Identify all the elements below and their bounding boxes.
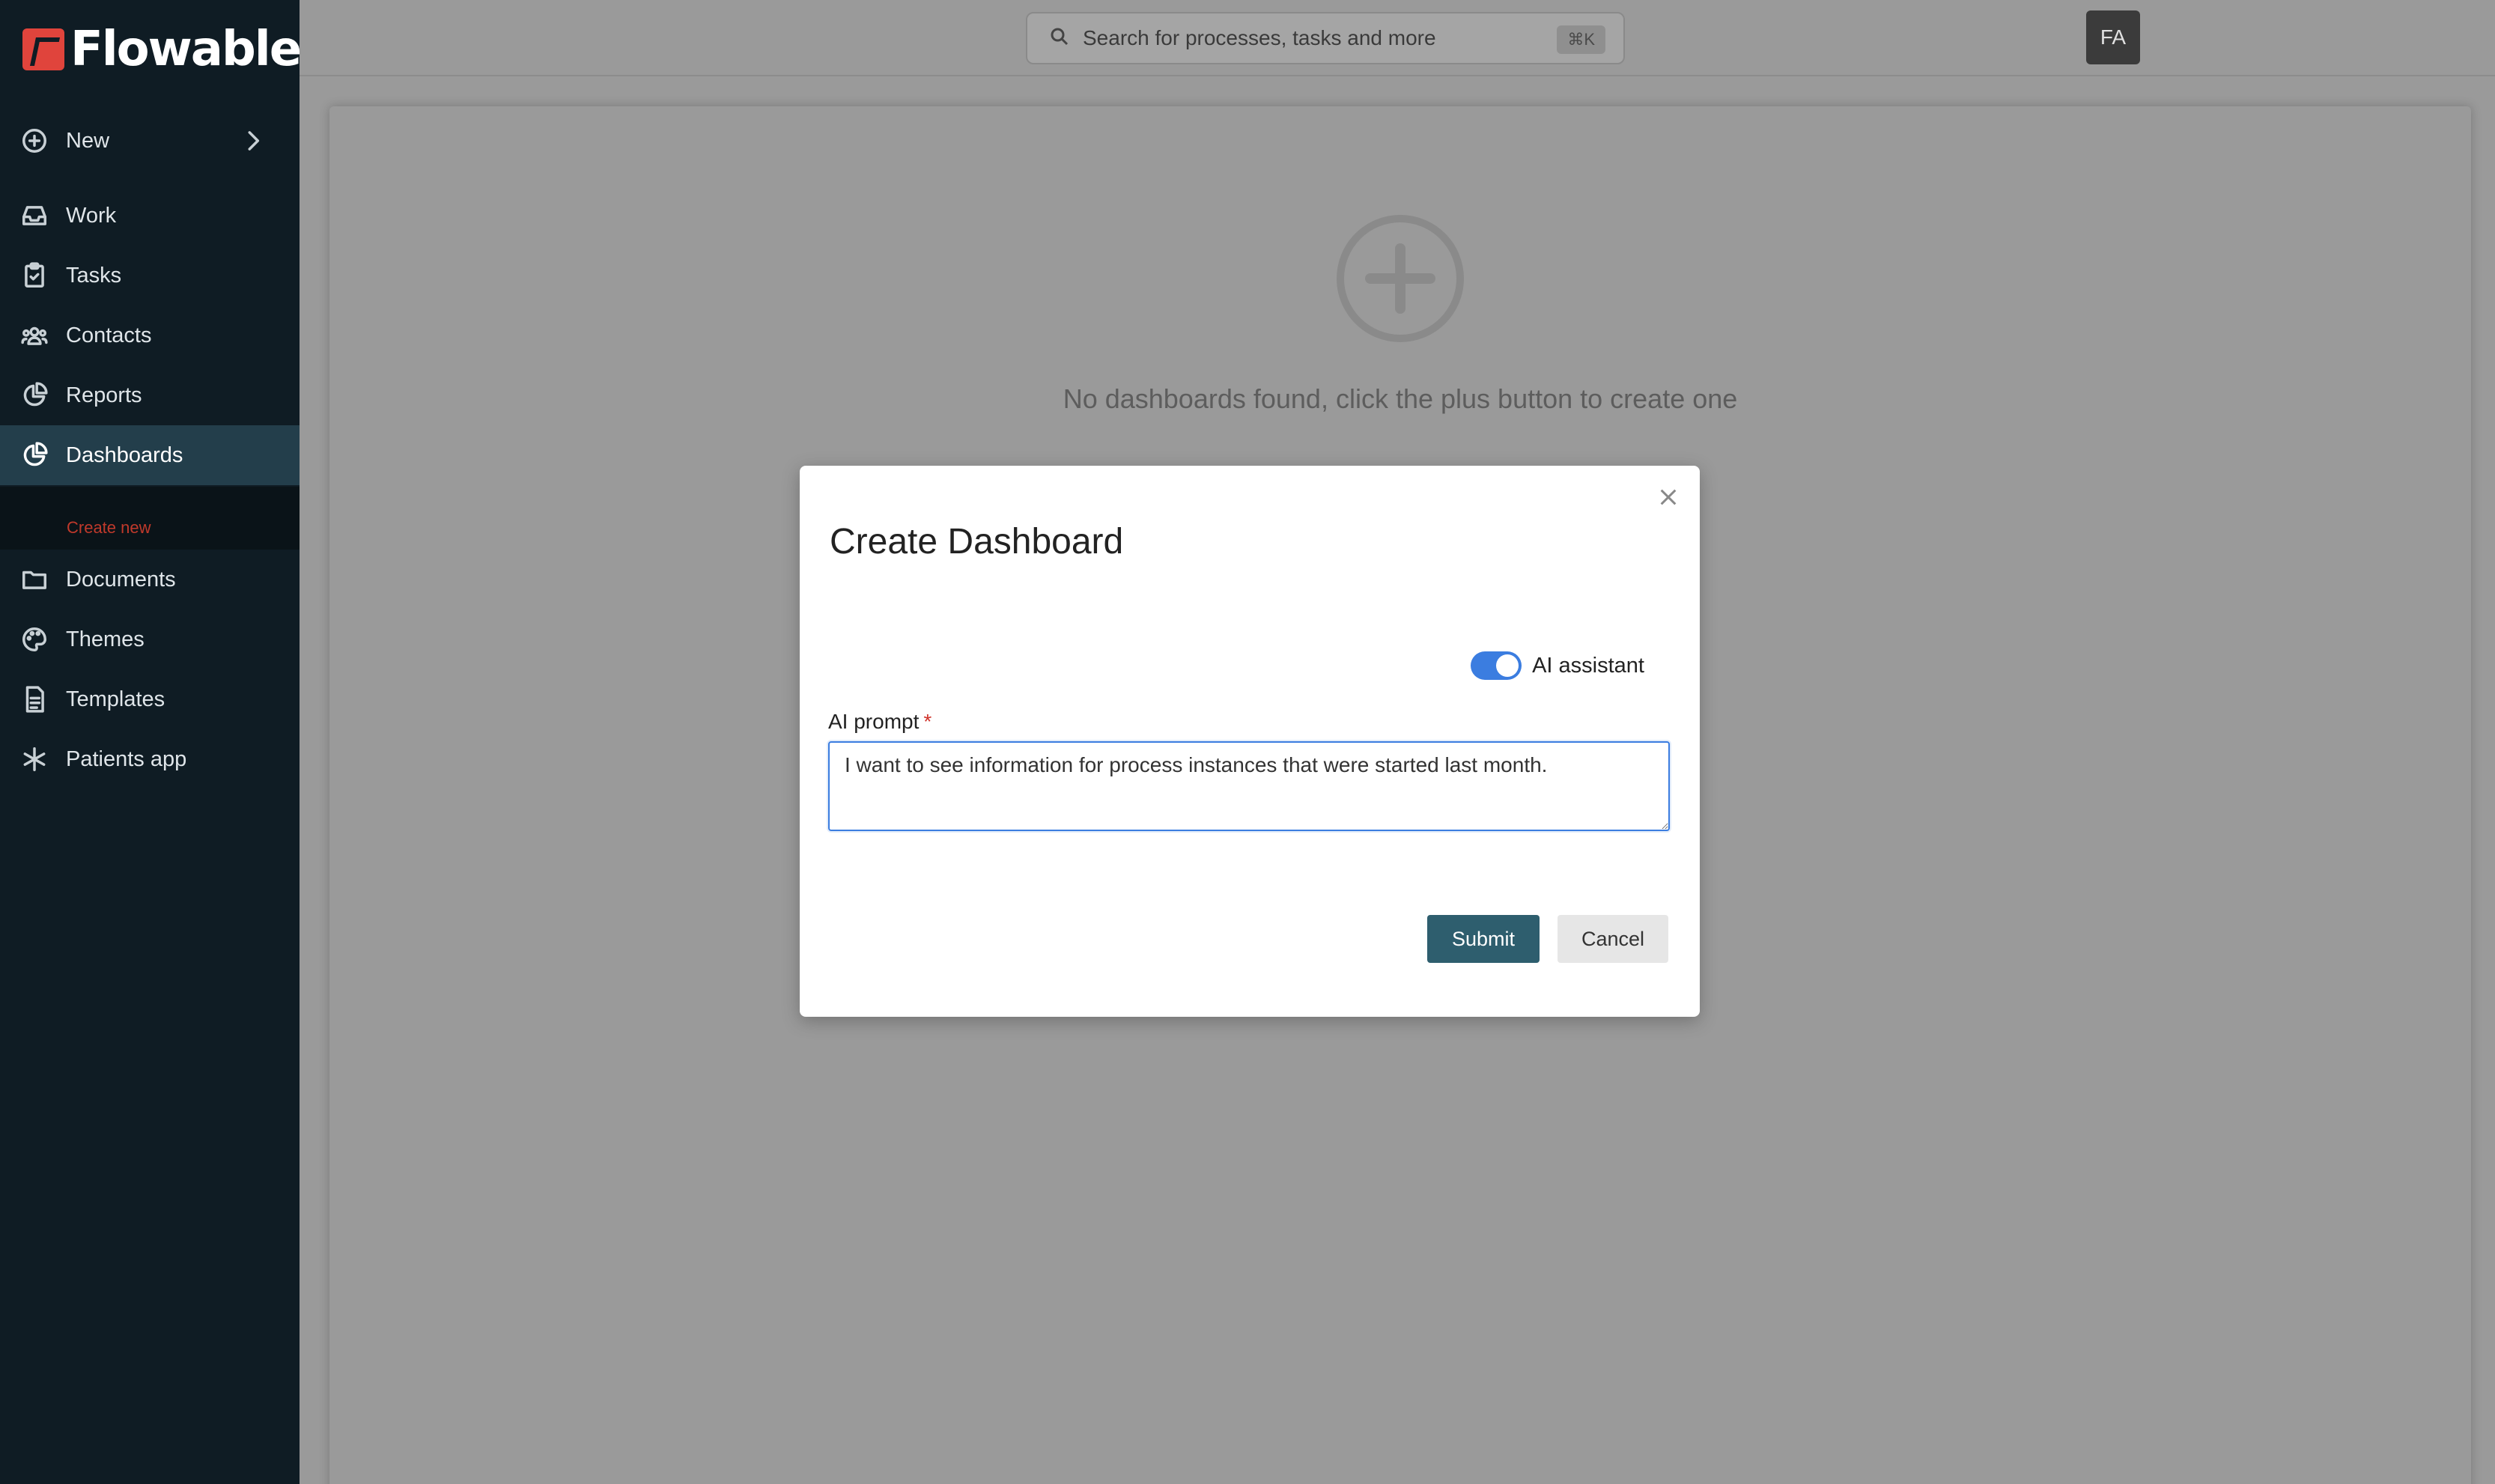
ai-assistant-toggle-row: AI assistant <box>1471 651 1644 680</box>
sidebar-item-templates[interactable]: Templates <box>0 669 300 729</box>
asterisk-icon <box>19 744 49 774</box>
sidebar-item-label: Work <box>66 203 117 228</box>
required-marker: * <box>923 710 932 733</box>
ai-prompt-label-text: AI prompt <box>828 710 920 733</box>
inbox-icon <box>19 201 49 231</box>
sidebar-item-label: New <box>66 128 110 153</box>
sidebar-item-documents[interactable]: Documents <box>0 550 300 609</box>
folder-icon <box>19 565 49 594</box>
global-search[interactable]: Search for processes, tasks and more ⌘K <box>1026 12 1625 64</box>
sidebar-item-label: Dashboards <box>66 443 183 467</box>
close-icon[interactable] <box>1653 482 1683 512</box>
cancel-button[interactable]: Cancel <box>1558 915 1668 963</box>
plus-circle-icon <box>19 126 49 156</box>
sidebar-item-work[interactable]: Work <box>0 186 300 246</box>
users-icon <box>19 320 49 350</box>
sidebar-item-dashboards[interactable]: Dashboards <box>0 425 300 485</box>
top-bar: Search for processes, tasks and more ⌘K <box>300 0 2495 76</box>
search-shortcut-badge: ⌘K <box>1557 25 1605 54</box>
ai-prompt-textarea[interactable]: I want to see information for process in… <box>828 741 1670 831</box>
logo-text: Flowable <box>70 22 302 77</box>
sidebar-item-themes[interactable]: Themes <box>0 609 300 669</box>
flowable-logo-icon <box>22 28 64 70</box>
sidebar-item-label: Reports <box>66 383 142 407</box>
file-text-icon <box>19 684 49 714</box>
sidebar-item-label: Contacts <box>66 323 152 347</box>
sidebar-item-label: Documents <box>66 567 176 592</box>
clipboard-check-icon <box>19 261 49 291</box>
sidebar-subnav: Create new <box>0 487 300 550</box>
logo[interactable]: Flowable <box>22 22 302 77</box>
create-dashboard-modal: Create Dashboard AI assistant AI prompt *… <box>800 466 1700 1017</box>
palette-icon <box>19 624 49 654</box>
search-input[interactable]: Search for processes, tasks and more <box>1083 26 1436 50</box>
dashboard-pie-icon <box>19 440 49 470</box>
sidebar-item-tasks[interactable]: Tasks <box>0 246 300 305</box>
sidebar-item-reports[interactable]: Reports <box>0 365 300 425</box>
modal-title: Create Dashboard <box>830 522 1124 562</box>
search-icon <box>1048 25 1083 52</box>
sidebar-item-label: Tasks <box>66 263 122 288</box>
sidebar-subitem-create-new[interactable]: Create new <box>67 518 151 538</box>
pie-chart-icon <box>19 380 49 410</box>
sidebar-item-new[interactable]: New <box>0 111 300 171</box>
add-dashboard-plus-icon[interactable] <box>1333 211 1468 346</box>
user-avatar[interactable]: FA <box>2086 10 2140 64</box>
empty-state-message: No dashboards found, click the plus butt… <box>1063 383 1738 414</box>
chevron-right-icon <box>238 126 268 156</box>
sidebar-item-label: Templates <box>66 687 165 711</box>
ai-assistant-toggle[interactable] <box>1471 651 1522 680</box>
sidebar-item-contacts[interactable]: Contacts <box>0 305 300 365</box>
sidebar: Flowable New Work Tasks Contacts Reports <box>0 0 302 1484</box>
ai-prompt-label: AI prompt * <box>828 710 932 734</box>
submit-button[interactable]: Submit <box>1427 915 1540 963</box>
sidebar-item-label: Themes <box>66 627 145 651</box>
ai-assistant-label: AI assistant <box>1532 653 1644 678</box>
sidebar-item-label: Patients app <box>66 746 187 771</box>
sidebar-item-patients-app[interactable]: Patients app <box>0 729 300 789</box>
